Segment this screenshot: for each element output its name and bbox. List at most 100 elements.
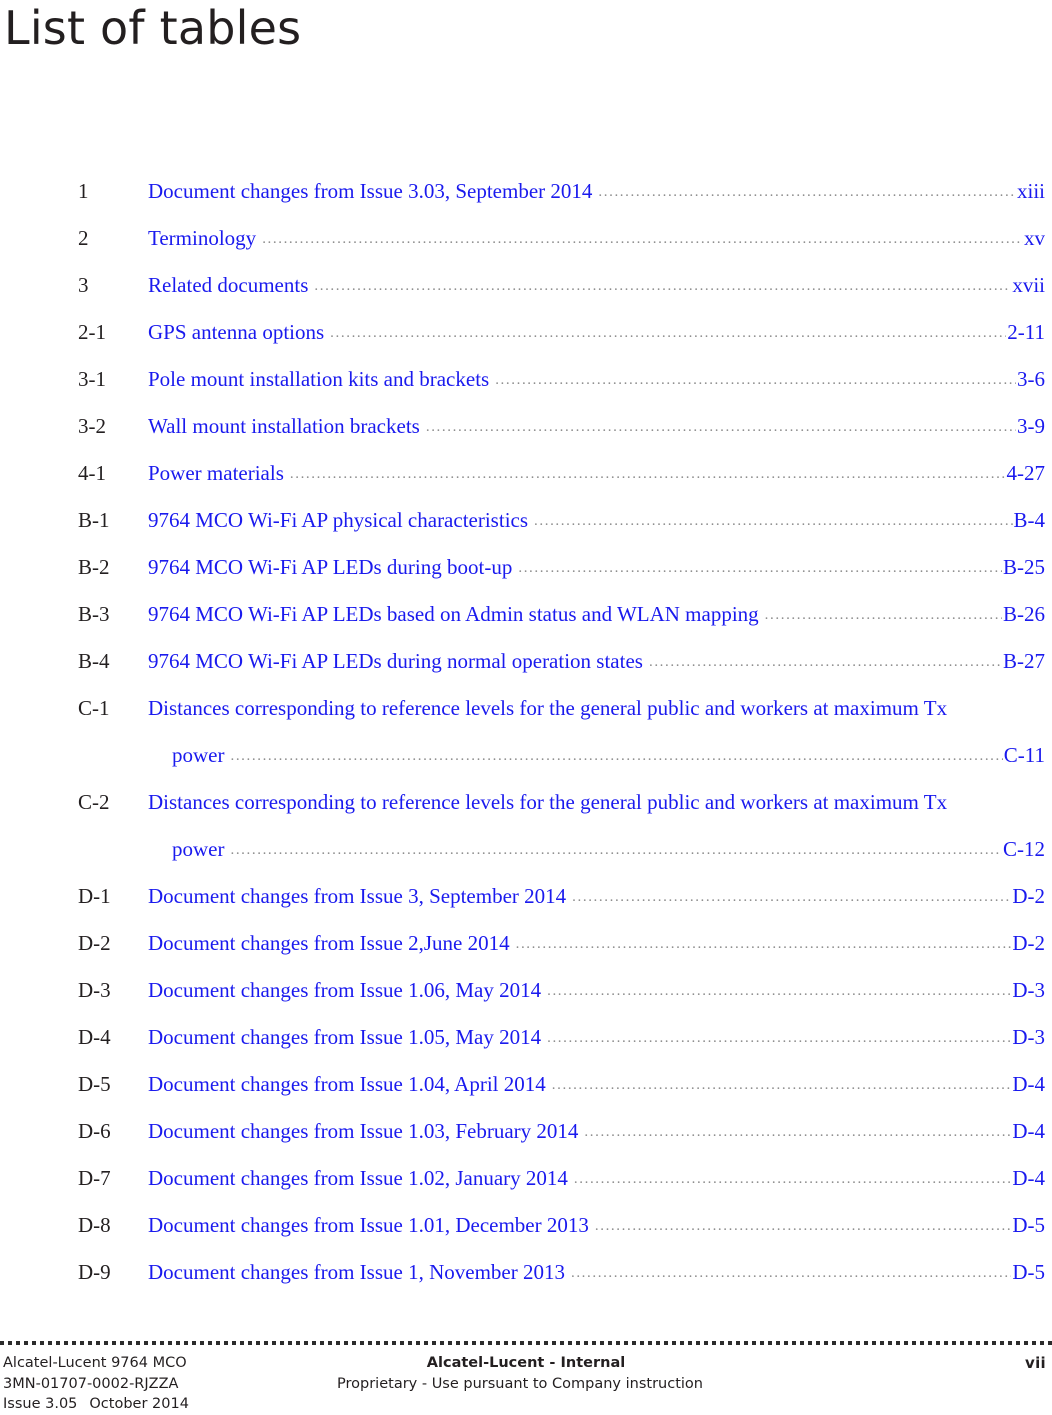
entry-page-number[interactable]: C-11 xyxy=(1004,742,1045,768)
entry-leader-dots: ........................................… xyxy=(598,184,1016,200)
entry-title[interactable]: 9764 MCO Wi-Fi AP physical characteristi… xyxy=(148,507,528,533)
footer-proprietary-notice: Proprietary - Use pursuant to Company in… xyxy=(337,1375,703,1392)
list-of-tables-entry[interactable]: B-1 9764 MCO Wi-Fi AP physical characteri… xyxy=(0,501,1052,548)
entry-page-number[interactable]: 3-6 xyxy=(1017,366,1045,392)
entry-leader-dots: ........................................… xyxy=(230,748,1003,764)
list-of-tables-entry[interactable]: D-5 Document changes from Issue 1.04, Apr… xyxy=(0,1065,1052,1112)
entry-number: 3-1 xyxy=(78,367,106,391)
entry-line: D-4 Document changes from Issue 1.05, May… xyxy=(0,1018,1052,1065)
entry-title[interactable]: Document changes from Issue 1.01, Decemb… xyxy=(148,1212,589,1238)
entry-page-number[interactable]: D-4 xyxy=(1012,1071,1045,1097)
entry-title[interactable]: 9764 MCO Wi-Fi AP LEDs during normal ope… xyxy=(148,648,643,674)
entry-page-number[interactable]: B-27 xyxy=(1003,648,1045,674)
entry-title[interactable]: GPS antenna options xyxy=(148,319,324,345)
entry-title[interactable]: power xyxy=(172,836,224,862)
entry-title-wrapped[interactable]: Distances corresponding to reference lev… xyxy=(148,789,1045,815)
entry-page-number[interactable]: D-5 xyxy=(1012,1259,1045,1285)
list-of-tables-entry[interactable]: 3-1 Pole mount installation kits and brac… xyxy=(0,360,1052,407)
list-of-tables-entry[interactable]: B-4 9764 MCO Wi-Fi AP LEDs during normal … xyxy=(0,642,1052,689)
entry-page-number[interactable]: B-25 xyxy=(1003,554,1045,580)
entry-title[interactable]: Pole mount installation kits and bracket… xyxy=(148,366,489,392)
entry-page-number[interactable]: 4-27 xyxy=(1007,460,1046,486)
entry-page-number[interactable]: D-2 xyxy=(1012,883,1045,909)
entry-title[interactable]: 9764 MCO Wi-Fi AP LEDs during boot-up xyxy=(148,554,512,580)
entry-title[interactable]: power xyxy=(172,742,224,768)
entry-page-number[interactable]: D-3 xyxy=(1012,1024,1045,1050)
list-of-tables-entry[interactable]: 3 Related documents......................… xyxy=(0,266,1052,313)
entry-page-number[interactable]: D-4 xyxy=(1012,1118,1045,1144)
list-of-tables-entry[interactable]: D-2 Document changes from Issue 2,June 20… xyxy=(0,924,1052,971)
entry-body: 9764 MCO Wi-Fi AP LEDs during normal ope… xyxy=(148,648,1045,677)
entry-number: C-1 xyxy=(78,696,110,720)
entry-page-number[interactable]: D-4 xyxy=(1012,1165,1045,1191)
page-footer: Alcatel-Lucent 9764 MCO 3MN-01707-0002-R… xyxy=(0,1353,1052,1415)
list-of-tables-entry[interactable]: 4-1 Power materials......................… xyxy=(0,454,1052,501)
entry-number: D-7 xyxy=(78,1166,111,1190)
entry-body: Document changes from Issue 1.05, May 20… xyxy=(148,1024,1045,1053)
entry-body: 9764 MCO Wi-Fi AP physical characteristi… xyxy=(148,507,1045,536)
entry-title[interactable]: Related documents xyxy=(148,272,308,298)
entry-title[interactable]: Wall mount installation brackets xyxy=(148,413,420,439)
entry-page-number[interactable]: B-4 xyxy=(1014,507,1046,533)
list-of-tables-entry[interactable]: D-9 Document changes from Issue 1, Novemb… xyxy=(0,1253,1052,1300)
entry-page-number[interactable]: 2-11 xyxy=(1007,319,1045,345)
list-of-tables-entry[interactable]: 3-2 Wall mount installation brackets.....… xyxy=(0,407,1052,454)
list-of-tables-entry[interactable]: B-2 9764 MCO Wi-Fi AP LEDs during boot-up… xyxy=(0,548,1052,595)
list-of-tables-entry[interactable]: C-2 Distances corresponding to reference … xyxy=(0,783,1052,877)
entry-line: C-2 Distances corresponding to reference … xyxy=(0,783,1052,830)
list-of-tables-entry[interactable]: 2 Terminology............................… xyxy=(0,219,1052,266)
entry-title[interactable]: Document changes from Issue 1.02, Januar… xyxy=(148,1165,568,1191)
entry-title[interactable]: Document changes from Issue 1.04, April … xyxy=(148,1071,546,1097)
list-of-tables-entry[interactable]: 1 Document changes from Issue 3.03, Septe… xyxy=(0,172,1052,219)
list-of-tables-entry[interactable]: B-3 9764 MCO Wi-Fi AP LEDs based on Admin… xyxy=(0,595,1052,642)
entry-page-number[interactable]: 3-9 xyxy=(1017,413,1045,439)
entry-body: Document changes from Issue 1.01, Decemb… xyxy=(148,1212,1045,1241)
entry-page-number[interactable]: C-12 xyxy=(1003,836,1045,862)
list-of-tables-entry[interactable]: D-6 Document changes from Issue 1.03, Feb… xyxy=(0,1112,1052,1159)
entry-leader-dots: ........................................… xyxy=(551,1077,1012,1093)
entry-body: Power materials.........................… xyxy=(148,460,1045,489)
entry-title[interactable]: Document changes from Issue 1, November … xyxy=(148,1259,565,1285)
entry-line: D-9 Document changes from Issue 1, Novemb… xyxy=(0,1253,1052,1300)
entry-leader-dots: ........................................… xyxy=(518,560,1002,576)
entry-body: Document changes from Issue 1.02, Januar… xyxy=(148,1165,1045,1194)
list-of-tables-entry[interactable]: C-1 Distances corresponding to reference … xyxy=(0,689,1052,783)
entry-body: Document changes from Issue 1.06, May 20… xyxy=(148,977,1045,1006)
entry-title[interactable]: Document changes from Issue 1.06, May 20… xyxy=(148,977,541,1003)
list-of-tables-entry[interactable]: D-1 Document changes from Issue 3, Septem… xyxy=(0,877,1052,924)
footer-date: October 2014 xyxy=(89,1396,189,1412)
entry-title[interactable]: Document changes from Issue 3.03, Septem… xyxy=(148,178,592,204)
entry-line: B-1 9764 MCO Wi-Fi AP physical characteri… xyxy=(0,501,1052,548)
entry-title-wrapped[interactable]: Distances corresponding to reference lev… xyxy=(148,695,1045,721)
entry-page-number[interactable]: D-3 xyxy=(1012,977,1045,1003)
entry-page-number[interactable]: D-5 xyxy=(1012,1212,1045,1238)
entry-body: power...................................… xyxy=(172,836,1045,865)
entry-title[interactable]: Power materials xyxy=(148,460,284,486)
entry-title[interactable]: 9764 MCO Wi-Fi AP LEDs based on Admin st… xyxy=(148,601,759,627)
entry-body: Related documents.......................… xyxy=(148,272,1045,301)
entry-leader-dots: ........................................… xyxy=(314,278,1011,294)
entry-leader-dots: ........................................… xyxy=(594,1218,1012,1234)
entry-number: 1 xyxy=(78,179,89,203)
entry-line: 2 Terminology............................… xyxy=(0,219,1052,266)
entry-body: Document changes from Issue 2,June 2014.… xyxy=(148,930,1045,959)
entry-title[interactable]: Document changes from Issue 3, September… xyxy=(148,883,566,909)
list-of-tables-entry[interactable]: D-7 Document changes from Issue 1.02, Jan… xyxy=(0,1159,1052,1206)
entry-page-number[interactable]: xiii xyxy=(1017,178,1045,204)
entry-title[interactable]: Terminology xyxy=(148,225,256,251)
entry-title[interactable]: Document changes from Issue 1.03, Februa… xyxy=(148,1118,578,1144)
entry-page-number[interactable]: xvii xyxy=(1012,272,1045,298)
entry-title[interactable]: Document changes from Issue 2,June 2014 xyxy=(148,930,510,956)
list-of-tables-entry[interactable]: D-8 Document changes from Issue 1.01, Dec… xyxy=(0,1206,1052,1253)
page-title: List of tables xyxy=(4,1,302,55)
entry-line: 3 Related documents......................… xyxy=(0,266,1052,313)
entry-page-number[interactable]: B-26 xyxy=(1003,601,1045,627)
footer-issue-line: Issue 3.05 October 2014 xyxy=(3,1394,189,1415)
list-of-tables-entry[interactable]: 2-1 GPS antenna options..................… xyxy=(0,313,1052,360)
list-of-tables-entry[interactable]: D-3 Document changes from Issue 1.06, May… xyxy=(0,971,1052,1018)
entry-title[interactable]: Document changes from Issue 1.05, May 20… xyxy=(148,1024,541,1050)
list-of-tables-entry[interactable]: D-4 Document changes from Issue 1.05, May… xyxy=(0,1018,1052,1065)
entry-page-number[interactable]: D-2 xyxy=(1012,930,1045,956)
entry-page-number[interactable]: xv xyxy=(1024,225,1045,251)
entry-leader-dots: ........................................… xyxy=(515,936,1012,952)
